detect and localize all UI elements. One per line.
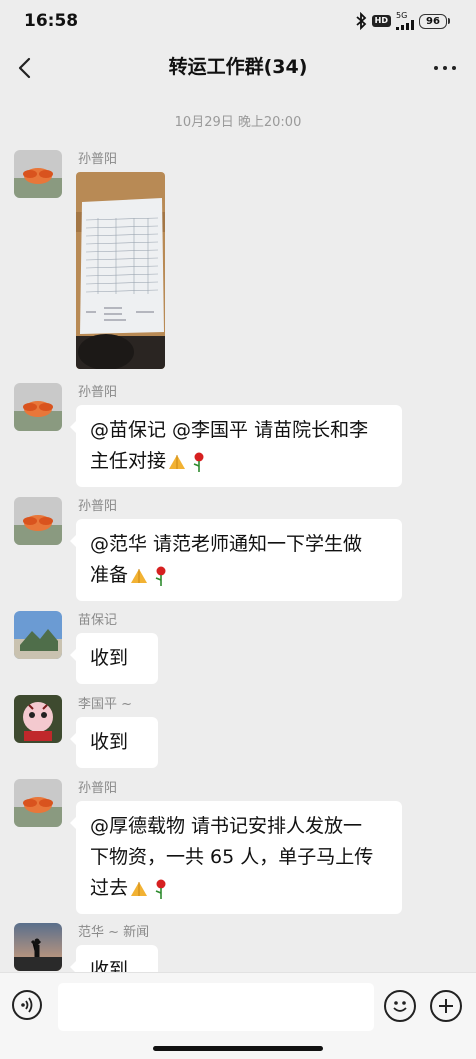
message-bubble[interactable]: 收到 — [70, 633, 158, 684]
message-line: 主任对接 — [90, 450, 167, 472]
message-bubble[interactable]: @苗保记 @李国平 请苗院长和李 主任对接 — [70, 405, 402, 487]
status-bar: 16:58 HD 5G 96 — [0, 0, 476, 44]
message-line: 收到 — [90, 731, 129, 753]
sender-name: 孙普阳 — [78, 781, 118, 796]
chevron-left-icon[interactable] — [14, 56, 38, 80]
avatar[interactable] — [14, 695, 62, 743]
pray-emoji — [131, 568, 148, 583]
voice-icon[interactable] — [12, 990, 42, 1020]
message-bubble[interactable]: 收到 — [70, 717, 158, 768]
battery-icon: 96 — [419, 13, 450, 29]
avatar[interactable] — [14, 497, 62, 545]
avatar[interactable] — [14, 150, 62, 198]
emoji-icon[interactable] — [384, 990, 416, 1022]
chat-title: 转运工作群(34) — [168, 56, 308, 78]
bluetooth-icon — [356, 12, 366, 30]
message-line: @范华 请范老师通知一下学生做 — [90, 533, 363, 555]
hd-icon: HD — [371, 15, 391, 27]
sender-name: 孙普阳 — [78, 385, 118, 400]
image-message[interactable] — [76, 172, 165, 369]
pray-emoji — [131, 881, 148, 896]
message-line: 收到 — [90, 647, 129, 669]
avatar[interactable] — [14, 611, 62, 659]
avatar[interactable] — [14, 383, 62, 431]
rose-emoji — [155, 566, 166, 586]
battery-level: 96 — [419, 13, 447, 29]
chat-header: 转运工作群(34) — [0, 44, 476, 92]
message-bubble[interactable]: @厚德载物 请书记安排人发放一 下物资，一共 65 人，单子马上传 过去 — [70, 801, 402, 914]
signal-icon: 5G — [396, 12, 414, 30]
status-icons: HD 5G 96 — [355, 12, 450, 30]
avatar[interactable] — [14, 779, 62, 827]
more-dots-icon[interactable] — [434, 66, 456, 70]
pray-emoji — [169, 454, 186, 469]
message-line: 过去 — [90, 877, 129, 899]
network-type-label: 5G — [396, 11, 408, 20]
message-line: @厚德载物 请书记安排人发放一 — [90, 815, 363, 837]
rose-emoji — [155, 879, 166, 899]
sender-name: 李国平 ~ — [78, 697, 133, 712]
rose-emoji — [193, 452, 204, 472]
status-time: 16:58 — [24, 11, 79, 31]
message-line: 准备 — [90, 564, 129, 586]
sender-name: 孙普阳 — [78, 499, 118, 514]
message-input[interactable] — [58, 983, 374, 1031]
sender-name: 范华 ~ 新闻 — [78, 925, 150, 940]
message-bubble[interactable]: @范华 请范老师通知一下学生做 准备 — [70, 519, 402, 601]
plus-icon[interactable] — [430, 990, 462, 1022]
sender-name: 孙普阳 — [78, 152, 118, 167]
sender-name: 苗保记 — [78, 613, 118, 628]
message-line: @苗保记 @李国平 请苗院长和李 — [90, 419, 369, 441]
home-indicator[interactable] — [153, 1046, 323, 1051]
avatar[interactable] — [14, 923, 62, 971]
message-timestamp: 10月29日 晚上20:00 — [174, 115, 302, 130]
message-line: 下物资，一共 65 人，单子马上传 — [90, 846, 374, 868]
